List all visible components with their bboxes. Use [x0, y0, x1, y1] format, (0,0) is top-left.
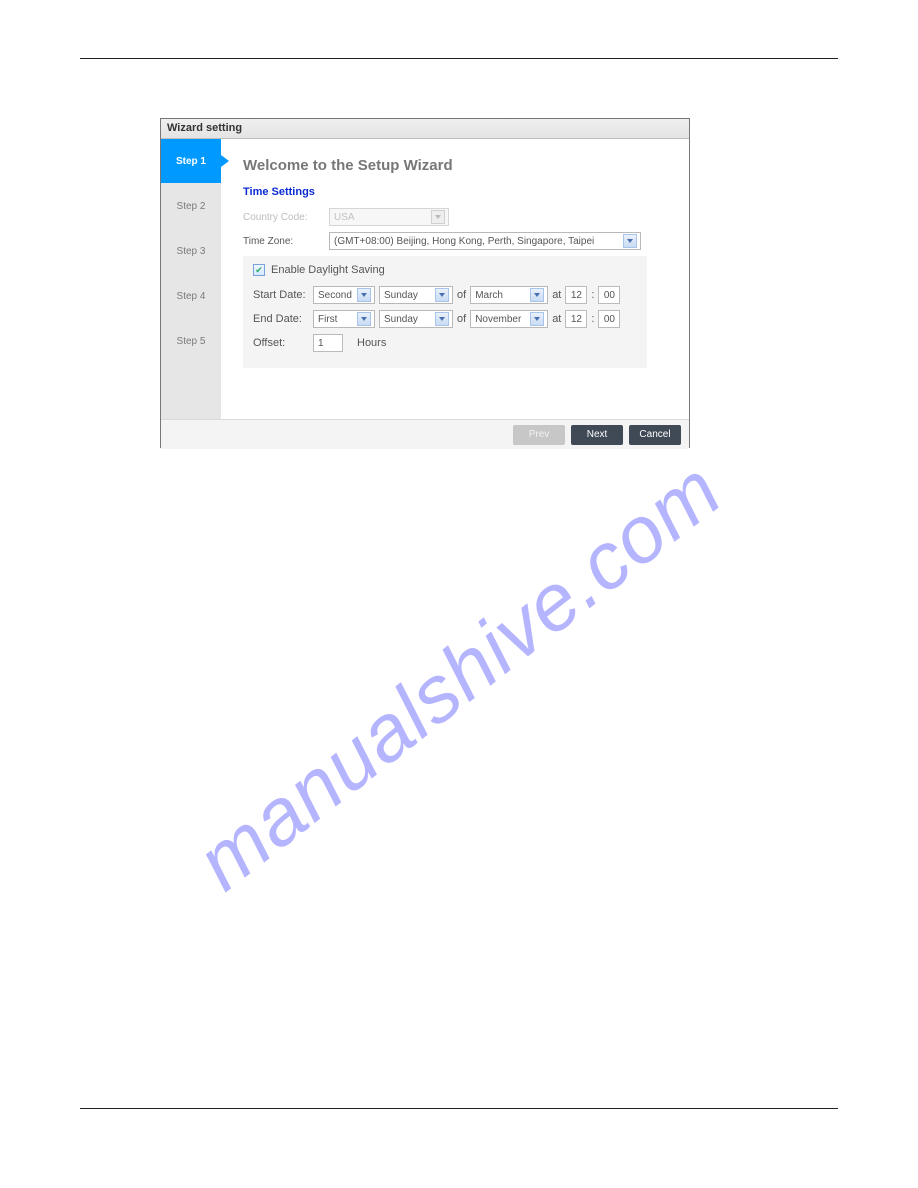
chevron-down-icon	[357, 312, 371, 326]
enable-dst-label: Enable Daylight Saving	[271, 264, 385, 276]
time-zone-label: Time Zone:	[243, 236, 329, 247]
time-zone-select[interactable]: (GMT+08:00) Beijing, Hong Kong, Perth, S…	[329, 232, 641, 250]
enable-dst-row: ✔ Enable Daylight Saving	[253, 264, 637, 276]
start-day-select[interactable]: Sunday	[379, 286, 453, 304]
end-day-select[interactable]: Sunday	[379, 310, 453, 328]
start-week-select[interactable]: Second	[313, 286, 375, 304]
wizard-step-3[interactable]: Step 3	[161, 229, 221, 274]
at-text: at	[552, 289, 561, 301]
enable-dst-checkbox[interactable]: ✔	[253, 264, 265, 276]
chevron-down-icon	[623, 234, 637, 248]
chevron-down-icon	[431, 210, 445, 224]
wizard-step-4[interactable]: Step 4	[161, 274, 221, 319]
dst-panel: ✔ Enable Daylight Saving Start Date: Sec…	[243, 256, 647, 368]
country-code-value: USA	[334, 212, 355, 223]
prev-button: Prev	[513, 425, 565, 445]
section-title-time-settings: Time Settings	[243, 186, 671, 198]
start-date-row: Start Date: Second Sunday of March	[253, 286, 637, 304]
offset-label: Offset:	[253, 337, 313, 349]
next-button[interactable]: Next	[571, 425, 623, 445]
wizard-heading: Welcome to the Setup Wizard	[243, 157, 671, 174]
time-zone-value: (GMT+08:00) Beijing, Hong Kong, Perth, S…	[334, 236, 594, 247]
end-month-select[interactable]: November	[470, 310, 548, 328]
wizard-window: Wizard setting Step 1 Step 2 Step 3 Step…	[160, 118, 690, 448]
country-code-select: USA	[329, 208, 449, 226]
chevron-down-icon	[435, 288, 449, 302]
chevron-down-icon	[530, 312, 544, 326]
wizard-content: Welcome to the Setup Wizard Time Setting…	[221, 139, 689, 419]
start-month-value: March	[475, 290, 503, 301]
start-month-select[interactable]: March	[470, 286, 548, 304]
page-divider-bottom	[80, 1108, 838, 1109]
at-text: at	[552, 313, 561, 325]
end-date-row: End Date: First Sunday of November	[253, 310, 637, 328]
end-min-input[interactable]: 00	[598, 310, 620, 328]
wizard-titlebar: Wizard setting	[161, 119, 689, 139]
country-code-label: Country Code:	[243, 212, 329, 223]
wizard-step-1[interactable]: Step 1	[161, 139, 221, 184]
start-week-value: Second	[318, 290, 352, 301]
offset-row: Offset: 1 Hours	[253, 334, 637, 352]
cancel-button[interactable]: Cancel	[629, 425, 681, 445]
start-date-label: Start Date:	[253, 289, 313, 301]
of-text: of	[457, 289, 466, 301]
wizard-steps: Step 1 Step 2 Step 3 Step 4 Step 5	[161, 139, 221, 419]
time-colon: :	[591, 313, 594, 325]
page-divider-top	[80, 58, 838, 59]
of-text: of	[457, 313, 466, 325]
offset-input[interactable]: 1	[313, 334, 343, 352]
time-colon: :	[591, 289, 594, 301]
watermark-text: manualshive.com	[180, 444, 739, 909]
start-min-input[interactable]: 00	[598, 286, 620, 304]
start-day-value: Sunday	[384, 290, 418, 301]
end-week-select[interactable]: First	[313, 310, 375, 328]
wizard-step-5[interactable]: Step 5	[161, 319, 221, 364]
wizard-footer: Prev Next Cancel	[161, 419, 689, 449]
wizard-step-2[interactable]: Step 2	[161, 184, 221, 229]
country-code-row: Country Code: USA	[243, 208, 671, 226]
end-hour-input[interactable]: 12	[565, 310, 587, 328]
chevron-down-icon	[435, 312, 449, 326]
end-day-value: Sunday	[384, 314, 418, 325]
end-month-value: November	[475, 314, 521, 325]
end-date-label: End Date:	[253, 313, 313, 325]
end-week-value: First	[318, 314, 337, 325]
time-zone-row: Time Zone: (GMT+08:00) Beijing, Hong Kon…	[243, 232, 671, 250]
wizard-body: Step 1 Step 2 Step 3 Step 4 Step 5 Welco…	[161, 139, 689, 419]
start-hour-input[interactable]: 12	[565, 286, 587, 304]
chevron-down-icon	[530, 288, 544, 302]
offset-unit: Hours	[357, 337, 386, 349]
chevron-down-icon	[357, 288, 371, 302]
